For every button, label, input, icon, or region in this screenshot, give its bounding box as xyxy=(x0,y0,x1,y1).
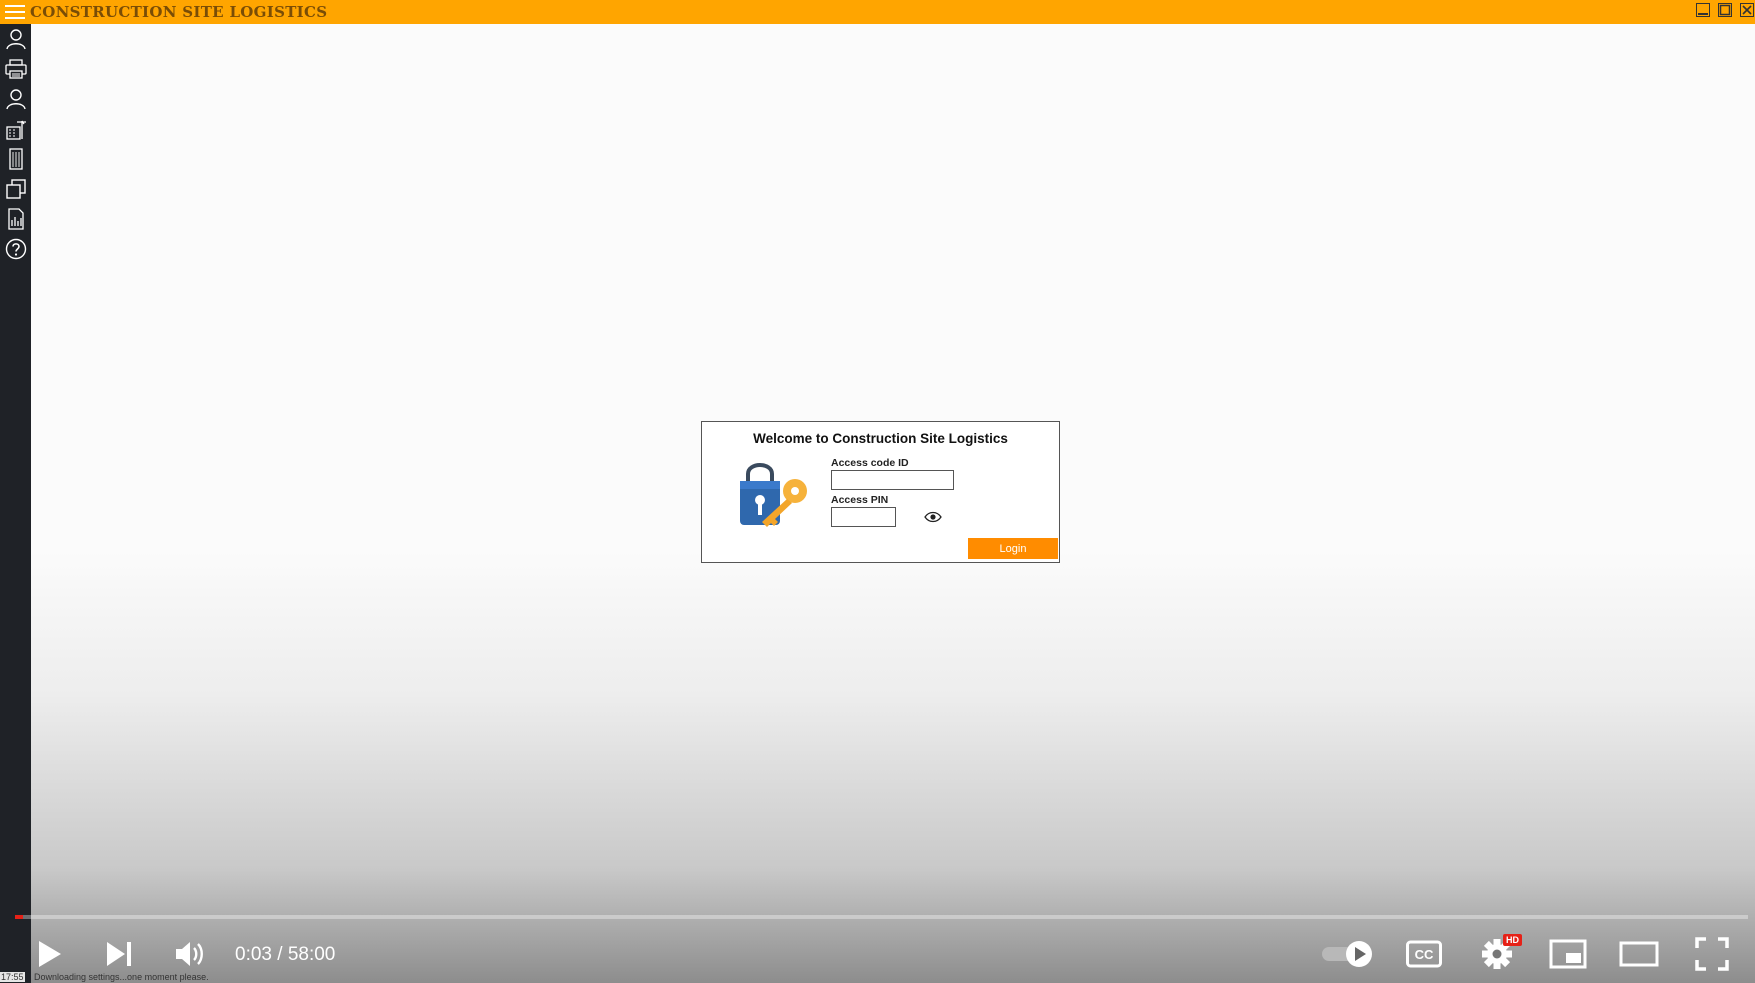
captions-icon[interactable]: CC xyxy=(1406,938,1442,970)
eye-icon[interactable] xyxy=(924,510,942,523)
lock-key-icon xyxy=(732,456,812,530)
access-pin-label: Access PIN xyxy=(831,494,889,506)
volume-icon[interactable] xyxy=(173,937,207,971)
status-message: Downloading settings...one moment please… xyxy=(34,972,209,982)
login-dialog: Welcome to Construction Site Logistics A… xyxy=(701,421,1060,563)
copy-icon[interactable] xyxy=(0,174,31,204)
svg-text:CC: CC xyxy=(1415,947,1434,962)
next-icon[interactable] xyxy=(103,937,135,971)
hd-badge: HD xyxy=(1503,934,1522,946)
access-pin-input[interactable] xyxy=(831,507,896,527)
hamburger-menu-icon[interactable] xyxy=(0,0,30,24)
sidebar xyxy=(0,24,31,983)
title-bar: CONSTRUCTION SITE LOGISTICS xyxy=(0,0,1755,24)
access-code-label: Access code ID xyxy=(831,457,909,469)
dialog-title: Welcome to Construction Site Logistics xyxy=(753,431,1008,446)
autoplay-toggle-icon[interactable] xyxy=(1320,937,1376,971)
status-clock: 17:55 xyxy=(0,972,25,982)
user-icon[interactable] xyxy=(0,84,31,114)
access-code-input[interactable] xyxy=(831,470,954,490)
building-icon[interactable] xyxy=(0,144,31,174)
minimize-icon[interactable] xyxy=(1695,2,1711,18)
crane-building-icon[interactable] xyxy=(0,114,31,144)
time-display: 0:03 / 58:00 xyxy=(235,944,336,965)
report-chart-icon[interactable] xyxy=(0,204,31,234)
help-icon[interactable] xyxy=(0,234,31,264)
close-icon[interactable] xyxy=(1739,2,1755,18)
printer-icon[interactable] xyxy=(0,54,31,84)
progress-played xyxy=(15,915,23,919)
user-icon[interactable] xyxy=(0,24,31,54)
play-icon[interactable] xyxy=(33,935,65,973)
login-button[interactable]: Login xyxy=(968,538,1058,559)
maximize-icon[interactable] xyxy=(1717,2,1733,18)
progress-bar[interactable] xyxy=(15,915,1748,919)
miniplayer-icon[interactable] xyxy=(1549,938,1587,970)
app-title: CONSTRUCTION SITE LOGISTICS xyxy=(30,3,328,21)
fullscreen-icon[interactable] xyxy=(1694,936,1730,972)
theater-mode-icon[interactable] xyxy=(1619,938,1659,970)
